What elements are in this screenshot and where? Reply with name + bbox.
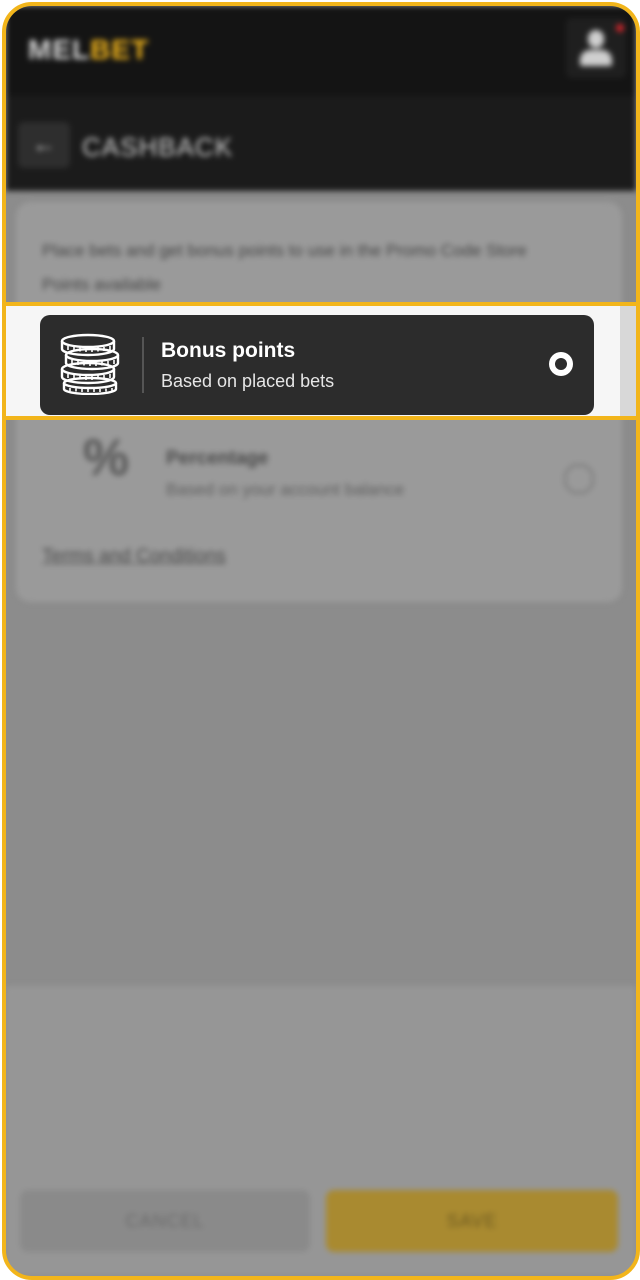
back-button[interactable]: ← xyxy=(18,122,70,168)
option-bonus-title: Bonus points xyxy=(161,339,296,362)
cancel-button[interactable]: CANCEL xyxy=(20,1190,310,1252)
blurred-background: MELBET ← CASHBACK Place bets and get bon… xyxy=(6,6,636,1276)
option-percentage-radio[interactable] xyxy=(564,464,594,494)
title-bar: ← CASHBACK xyxy=(6,96,636,191)
highlight-band: Bonus points Based on placed bets xyxy=(6,302,636,420)
coins-icon xyxy=(60,333,120,395)
option-percentage-subtitle: Based on your account balance xyxy=(166,480,405,499)
user-profile-button[interactable] xyxy=(566,18,626,78)
option-percentage-title: Percentage xyxy=(166,448,269,469)
brand-logo: MELBET xyxy=(28,34,149,66)
phone-frame: MELBET ← CASHBACK Place bets and get bon… xyxy=(2,2,640,1280)
save-button[interactable]: SAVE xyxy=(326,1190,618,1252)
user-icon-body xyxy=(580,50,612,66)
top-bar: MELBET xyxy=(6,6,636,96)
option-bonus-points[interactable]: Bonus points Based on placed bets xyxy=(40,315,594,415)
points-available-label: Points available xyxy=(42,275,162,294)
option-bonus-radio[interactable] xyxy=(549,352,573,376)
page-title: CASHBACK xyxy=(82,132,234,162)
card-divider xyxy=(142,337,144,393)
radio-selected-dot xyxy=(555,358,567,370)
terms-link[interactable]: Terms and Conditions xyxy=(42,546,226,568)
highlight-edge xyxy=(620,306,636,416)
percent-icon: % xyxy=(82,429,130,487)
notification-dot xyxy=(616,24,624,32)
option-bonus-subtitle: Based on placed bets xyxy=(161,371,335,391)
cashback-description: Place bets and get bonus points to use i… xyxy=(42,234,602,302)
option-percentage[interactable]: % Percentage Based on your account balan… xyxy=(42,429,602,514)
logo-text-part1: MEL xyxy=(28,34,91,65)
description-text: Place bets and get bonus points to use i… xyxy=(42,241,527,260)
user-icon xyxy=(588,30,604,48)
logo-text-part2: BET xyxy=(90,34,150,65)
